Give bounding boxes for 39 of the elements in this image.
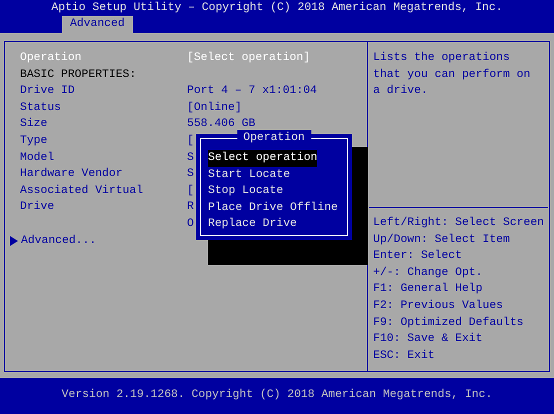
setting-label[interactable]: Type <box>20 134 48 147</box>
setting-label[interactable]: Associated Virtual <box>20 184 144 197</box>
triangle-icon <box>10 236 18 246</box>
setting-label[interactable]: Size <box>20 118 48 130</box>
setting-value: [ <box>187 184 194 199</box>
setting-label[interactable]: Status <box>20 102 62 114</box>
key-hint: Up/Down: Select Item <box>373 232 511 248</box>
setting-value: [Online] <box>187 100 242 116</box>
setting-label[interactable]: Hardware Vendor <box>20 168 123 180</box>
section-header: BASIC PROPERTIES: <box>20 68 138 83</box>
setting-value: [Select operation] <box>187 50 310 66</box>
popup-option[interactable]: Place Drive Offline <box>208 200 338 216</box>
setting-value: R <box>187 200 194 216</box>
setting-label[interactable]: Drive ID <box>20 85 75 98</box>
window-title: Aptio Setup Utility – Copyright (C) 2018 American Megatrends, Inc. <box>51 0 503 16</box>
setting-value: S <box>187 150 194 166</box>
key-hint: +/-: Change Opt. <box>373 266 484 281</box>
status-text: Version 2.19.1268. Copyright (C) 2018 American Megatrends, Inc. <box>62 388 492 404</box>
key-hint: F10: Save & Exit <box>373 332 484 348</box>
setting-value: 558.406 GB <box>187 117 256 132</box>
key-hint: ESC: Exit <box>373 348 436 364</box>
setting-label[interactable]: Drive <box>20 201 54 214</box>
setting-label[interactable]: Model <box>20 152 54 164</box>
popup-option[interactable]: Select operation <box>208 150 318 167</box>
help-text: Lists the operations that you can perform on a drive. <box>372 50 532 100</box>
setting-value: Port 4 – 7 x1:01:04 <box>187 84 317 100</box>
setting-value: [ <box>187 134 194 149</box>
popup-option[interactable]: Replace Drive <box>208 216 297 233</box>
popup-option[interactable]: Stop Locate <box>208 183 284 200</box>
tab[interactable]: Advanced <box>62 16 133 33</box>
submenu-link[interactable]: Advanced... <box>5 232 96 250</box>
popup-option[interactable]: Start Locate <box>208 166 290 184</box>
key-hint: F9: Optimized Defaults <box>373 316 524 331</box>
key-hint: F2: Previous Values <box>373 298 504 314</box>
setting-value: O <box>187 216 194 232</box>
key-hint: Enter: Select <box>373 248 463 264</box>
setting-value: S <box>187 167 194 182</box>
key-hint: Left/Right: Select Screen <box>373 216 544 231</box>
key-hint: F1: General Help <box>373 282 484 298</box>
